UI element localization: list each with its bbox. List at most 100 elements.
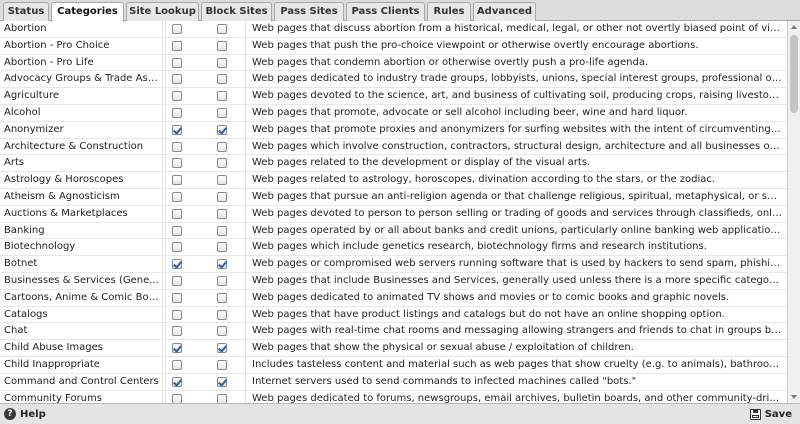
block-checkbox[interactable]: [172, 393, 182, 403]
flag-checkbox[interactable]: [217, 141, 227, 152]
block-checkbox[interactable]: [172, 158, 182, 169]
flag-checkbox[interactable]: [217, 107, 227, 118]
tab-site-lookup[interactable]: Site Lookup: [126, 2, 199, 21]
tab-rules[interactable]: Rules: [427, 2, 471, 21]
flag-checkbox[interactable]: [217, 275, 227, 286]
flag-checkbox[interactable]: [217, 74, 227, 85]
flag-checkbox[interactable]: [217, 359, 227, 370]
block-checkbox[interactable]: [172, 259, 182, 270]
block-checkbox-cell: [172, 38, 192, 54]
block-checkbox[interactable]: [172, 225, 182, 236]
tab-pass-sites[interactable]: Pass Sites: [274, 2, 344, 21]
block-checkbox[interactable]: [172, 275, 182, 286]
tab-advanced[interactable]: Advanced: [473, 2, 536, 21]
block-checkbox[interactable]: [172, 175, 182, 186]
flag-checkbox[interactable]: [217, 292, 227, 303]
category-name: Botnet: [4, 256, 163, 273]
save-button[interactable]: Save: [749, 406, 792, 422]
scroll-up-arrow-icon[interactable]: [791, 25, 797, 29]
block-checkbox[interactable]: [172, 292, 182, 303]
block-checkbox[interactable]: [172, 376, 182, 387]
category-description: Web pages that pursue an anti-religion a…: [252, 190, 782, 202]
block-checkbox-cell: [172, 357, 192, 373]
flag-checkbox-cell: [217, 105, 237, 121]
block-checkbox[interactable]: [172, 343, 182, 354]
tab-block-sites[interactable]: Block Sites: [201, 2, 272, 21]
block-checkbox[interactable]: [172, 91, 182, 102]
block-checkbox-cell: [172, 273, 192, 289]
flag-checkbox[interactable]: [217, 175, 227, 186]
category-description: Web pages operated by or all about banks…: [252, 224, 782, 236]
flag-checkbox-cell: [217, 323, 237, 339]
block-checkbox[interactable]: [172, 326, 182, 337]
block-checkbox-cell: [172, 256, 192, 272]
flag-checkbox[interactable]: [217, 191, 227, 202]
flag-checkbox[interactable]: [217, 57, 227, 68]
block-checkbox-cell: [172, 206, 192, 222]
flag-checkbox-cell: [217, 55, 237, 71]
flag-checkbox[interactable]: [217, 24, 227, 34]
block-checkbox[interactable]: [172, 191, 182, 202]
category-description: Web pages related to astrology, horoscop…: [252, 174, 716, 186]
table-row: Banking Web pages operated by or all abou…: [0, 222, 787, 240]
flag-checkbox[interactable]: [217, 259, 227, 270]
category-name: Abortion: [4, 21, 163, 37]
category-name: Chat: [4, 323, 163, 340]
flag-checkbox[interactable]: [217, 225, 227, 236]
table-row: Atheism & Agnosticism Web pages that purs…: [0, 188, 787, 206]
flag-checkbox[interactable]: [217, 343, 227, 354]
flag-checkbox[interactable]: [217, 326, 227, 337]
help-icon: ?: [4, 408, 16, 420]
tab-pass-clients[interactable]: Pass Clients: [346, 2, 425, 21]
flag-checkbox-cell: [217, 172, 237, 188]
flag-checkbox[interactable]: [217, 208, 227, 219]
table-row: Abortion - Pro Life Web pages that condem…: [0, 54, 787, 72]
category-name: Arts: [4, 155, 163, 172]
scroll-down-arrow-icon[interactable]: [791, 395, 797, 399]
category-description: Web pages or compromised web servers run…: [252, 258, 782, 270]
flag-checkbox[interactable]: [217, 158, 227, 169]
flag-checkbox-cell: [217, 21, 237, 37]
category-description: Web pages dedicated to animated TV shows…: [252, 291, 730, 303]
flag-checkbox[interactable]: [217, 309, 227, 320]
scrollbar-thumb[interactable]: [790, 35, 798, 113]
block-checkbox-cell: [172, 323, 192, 339]
flag-checkbox[interactable]: [217, 376, 227, 387]
save-label: Save: [764, 408, 792, 420]
table-row: Agriculture Web pages devoted to the scie…: [0, 88, 787, 105]
flag-checkbox[interactable]: [217, 242, 227, 253]
tab-categories[interactable]: Categories: [51, 2, 124, 22]
category-description: Web pages that discuss abortion from a h…: [252, 23, 782, 34]
vertical-scrollbar[interactable]: [787, 21, 800, 403]
block-checkbox[interactable]: [172, 74, 182, 85]
block-checkbox[interactable]: [172, 40, 182, 51]
block-checkbox[interactable]: [172, 309, 182, 320]
table-row: Biotechnology Web pages which include gen…: [0, 239, 787, 257]
tab-status[interactable]: Status: [3, 2, 49, 21]
block-checkbox[interactable]: [172, 57, 182, 68]
flag-checkbox[interactable]: [217, 40, 227, 51]
flag-checkbox-cell: [217, 374, 237, 390]
block-checkbox-cell: [172, 307, 192, 323]
flag-checkbox-cell: [217, 391, 237, 403]
help-button[interactable]: ? Help: [4, 406, 46, 422]
block-checkbox-cell: [172, 374, 192, 390]
block-checkbox[interactable]: [172, 141, 182, 152]
block-checkbox[interactable]: [172, 107, 182, 118]
category-description: Web pages with real-time chat rooms and …: [252, 325, 782, 337]
block-checkbox[interactable]: [172, 24, 182, 34]
block-checkbox-cell: [172, 139, 192, 155]
block-checkbox[interactable]: [172, 208, 182, 219]
flag-checkbox[interactable]: [217, 124, 227, 135]
footer-bar: ? Help Save: [0, 403, 800, 424]
block-checkbox[interactable]: [172, 359, 182, 370]
block-checkbox[interactable]: [172, 242, 182, 253]
flag-checkbox-cell: [217, 38, 237, 54]
flag-checkbox-cell: [217, 206, 237, 222]
flag-checkbox[interactable]: [217, 91, 227, 102]
flag-checkbox-cell: [217, 290, 237, 306]
block-checkbox[interactable]: [172, 124, 182, 135]
block-checkbox-cell: [172, 189, 192, 205]
flag-checkbox[interactable]: [217, 393, 227, 403]
category-name: Catalogs: [4, 306, 163, 323]
